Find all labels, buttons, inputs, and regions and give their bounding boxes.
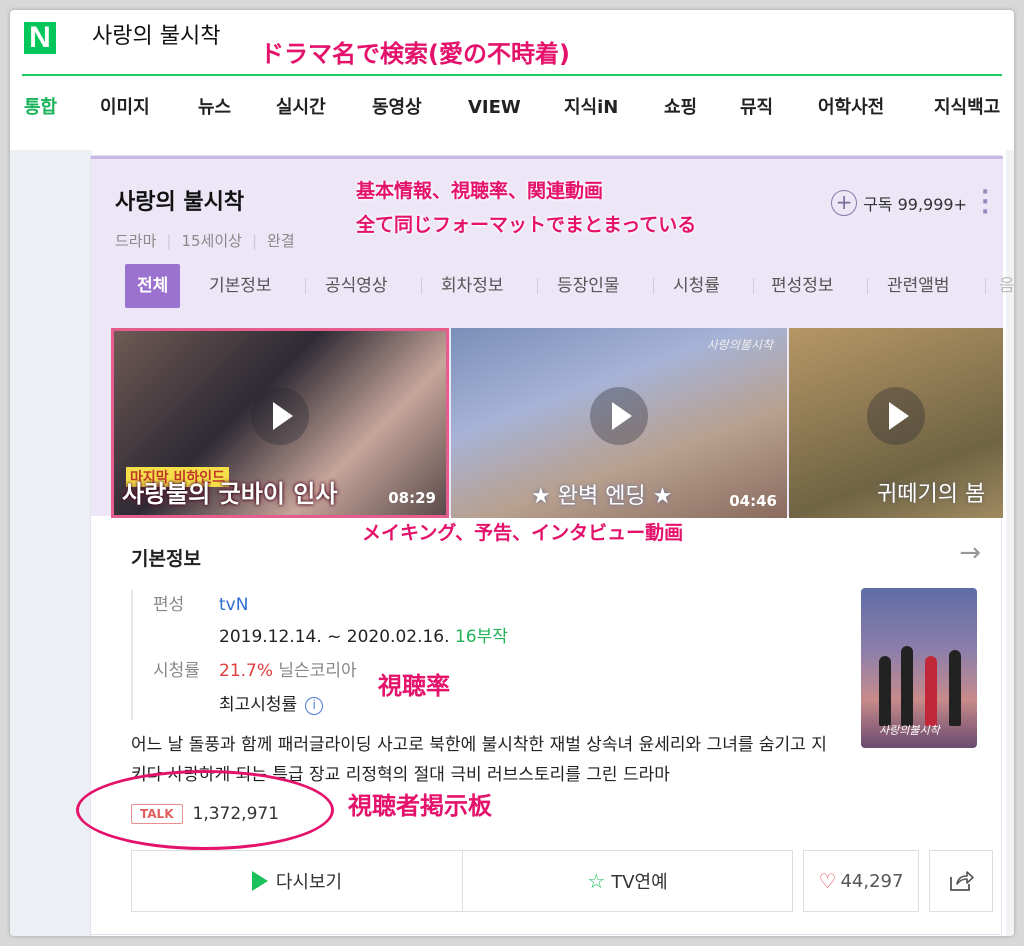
drama-poster[interactable]: 사랑의불시착 — [861, 588, 977, 748]
rating-row: 시청률 21.7% 닐슨코리아 — [153, 656, 357, 681]
basic-info-heading[interactable]: 기본정보 — [131, 544, 201, 571]
episode-count[interactable]: 16부작 — [455, 627, 508, 647]
star-icon: ☆ — [587, 869, 606, 893]
drama-title[interactable]: 사랑의 불시착 — [115, 184, 244, 216]
annotation-search: ドラマ名で検索(愛の不時着) — [260, 40, 570, 68]
plus-icon: + — [831, 190, 858, 216]
channel-link[interactable]: tvN — [219, 595, 248, 615]
video-watermark: 사랑의불시착 — [706, 338, 773, 352]
subscribe-label: 구독 99,999+ — [863, 195, 967, 214]
tab-kin[interactable]: 지식iN — [564, 96, 618, 120]
poster-title: 사랑의불시착 — [879, 724, 940, 737]
rating-source: 닐슨코리아 — [278, 661, 357, 681]
search-query[interactable]: 사랑의 불시착 — [92, 22, 220, 52]
subtab-official-video[interactable]: 공식영상 — [325, 264, 388, 308]
subscribe-button[interactable]: + 구독 99,999+ — [831, 190, 967, 216]
annotation-board: 視聴者掲示板 — [348, 792, 492, 820]
subtab-basic-info[interactable]: 기본정보 — [209, 264, 272, 308]
air-period: 2019.12.14. ~ 2020.02.16. — [219, 627, 450, 647]
annotation-format-2: 全て同じフォーマットでまとまっている — [356, 214, 697, 236]
subtab-episodes[interactable]: 회차정보 — [441, 264, 504, 308]
rewatch-label: 다시보기 — [275, 872, 343, 893]
meta-age: 15세이상 — [181, 232, 242, 250]
tab-images[interactable]: 이미지 — [100, 96, 150, 120]
video-duration: 04:46 — [729, 492, 777, 510]
tab-news[interactable]: 뉴스 — [198, 96, 231, 120]
annotation-format-1: 基本情報、視聴率、関連動画 — [356, 180, 604, 202]
tv-entertainment-button[interactable]: ☆ TV연예 — [462, 851, 792, 911]
meta-genre: 드라마 — [115, 232, 157, 250]
tv-label: TV연예 — [611, 872, 668, 893]
subtab-music[interactable]: 음 — [999, 264, 1014, 308]
play-icon — [251, 387, 309, 445]
channel-label: 편성 — [153, 595, 185, 615]
rating-label: 시청률 — [153, 661, 200, 681]
drama-meta: 드라마 | 15세이상 | 완결 — [115, 232, 295, 250]
like-button[interactable]: ♡ 44,297 — [803, 850, 919, 912]
share-button[interactable] — [929, 850, 993, 912]
tab-video[interactable]: 동영상 — [372, 96, 422, 120]
like-count: 44,297 — [840, 870, 904, 892]
search-underline — [22, 74, 1002, 76]
top-rating-row: 최고시청률 i — [153, 690, 324, 715]
tab-realtime[interactable]: 실시간 — [276, 96, 326, 120]
subtab-divider — [537, 278, 538, 294]
subtab-all[interactable]: 전체 — [125, 264, 181, 308]
subtab-divider — [421, 278, 422, 294]
subtab-albums[interactable]: 관련앨범 — [887, 264, 950, 308]
play-icon — [590, 387, 648, 445]
heart-icon: ♡ — [818, 869, 837, 893]
annotation-rating: 視聴率 — [378, 672, 450, 700]
tab-knowledge[interactable]: 지식백고 — [934, 96, 1000, 120]
video-thumbnail-3[interactable]: 귀떼기의 봄 — [789, 328, 1003, 518]
video-caption: 사랑불의 굿바이 인사 — [122, 480, 338, 508]
video-caption: ★ 완벽 엔딩 ★ — [531, 484, 673, 509]
top-rating-label[interactable]: 최고시청률 — [219, 695, 297, 715]
tab-integrated[interactable]: 통합 — [24, 96, 57, 120]
tab-shopping[interactable]: 쇼핑 — [664, 96, 697, 120]
video-caption: 귀떼기의 봄 — [877, 482, 986, 507]
tab-dictionary[interactable]: 어학사전 — [818, 96, 884, 120]
subtab-divider — [653, 278, 654, 294]
subtab-divider — [753, 278, 754, 294]
annotation-videos: メイキング、予告、インタビュー動画 — [362, 522, 684, 544]
talk-highlight-ellipse — [76, 770, 334, 850]
video-thumbnail-2[interactable]: 사랑의불시착 ★ 완벽 엔딩 ★ 04:46 — [451, 328, 787, 518]
video-thumbnail-1[interactable]: 마지막 비하인드 사랑불의 굿바이 인사 08:29 — [111, 328, 449, 518]
subtab-ratings[interactable]: 시청률 — [673, 264, 720, 308]
video-duration: 08:29 — [388, 489, 436, 507]
subtab-divider — [985, 278, 986, 294]
channel-row: 편성 tvN — [153, 590, 248, 615]
subtab-cast[interactable]: 등장인물 — [557, 264, 620, 308]
share-icon — [950, 871, 974, 891]
play-icon — [867, 387, 925, 445]
period-row: 2019.12.14. ~ 2020.02.16. 16부작 — [153, 622, 508, 647]
info-icon[interactable]: i — [305, 697, 324, 715]
meta-status: 완결 — [267, 232, 295, 250]
action-bar: 다시보기 ☆ TV연예 ♡ 44,297 — [131, 850, 993, 912]
subtab-schedule[interactable]: 편성정보 — [771, 264, 834, 308]
tab-music[interactable]: 뮤직 — [740, 96, 773, 120]
basic-info-details: 편성 tvN 2019.12.14. ~ 2020.02.16. 16부작 시청률… — [131, 590, 831, 720]
more-options-icon[interactable]: · · · — [981, 182, 989, 224]
rewatch-button[interactable]: 다시보기 — [132, 851, 462, 911]
subtab-divider — [867, 278, 868, 294]
tab-view[interactable]: VIEW — [468, 96, 521, 120]
play-icon — [251, 871, 268, 891]
arrow-right-icon[interactable]: → — [959, 538, 981, 568]
rating-value: 21.7% — [219, 661, 274, 681]
subtab-divider — [305, 278, 306, 294]
naver-logo[interactable]: N — [24, 22, 56, 54]
watch-button-group: 다시보기 ☆ TV연예 — [131, 850, 793, 912]
screenshot-frame: N 사랑의 불시착 통합 이미지 뉴스 실시간 동영상 VIEW 지식iN 쇼핑… — [10, 10, 1014, 936]
